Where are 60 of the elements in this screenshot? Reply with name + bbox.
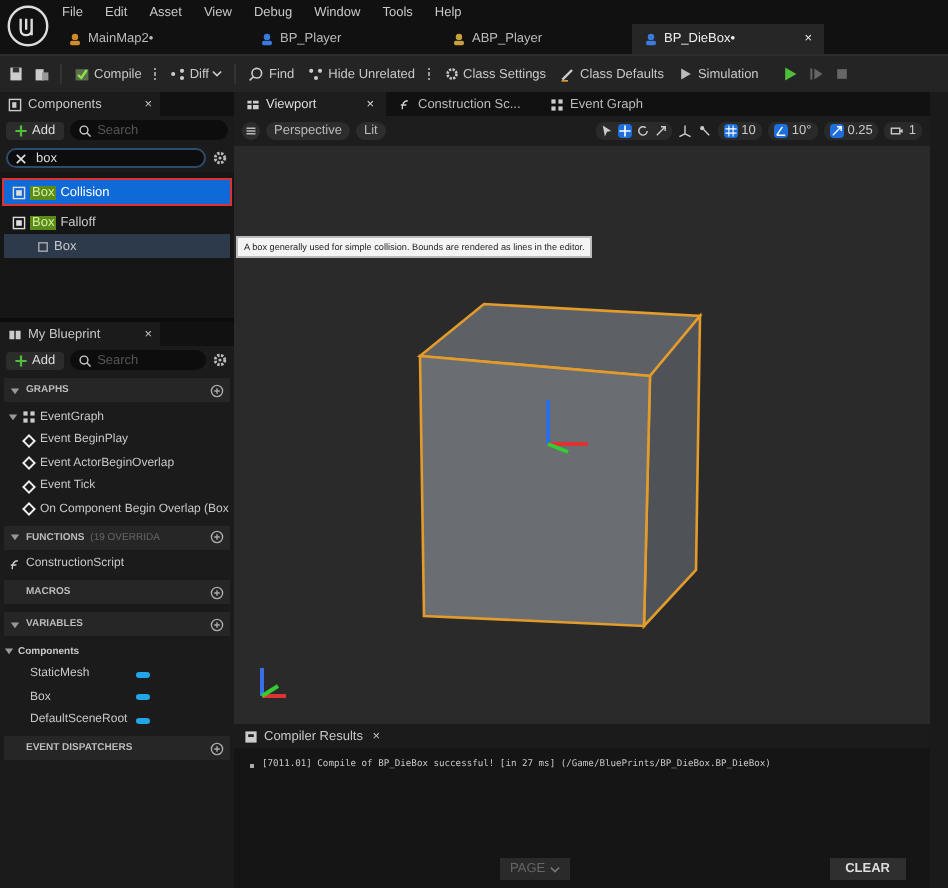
checkmark-icon (74, 66, 90, 82)
add-circle-icon[interactable] (210, 741, 224, 755)
move-icon[interactable] (617, 124, 632, 138)
scale-icon[interactable] (653, 124, 668, 138)
viewport-icon (246, 97, 260, 111)
nodes-icon (169, 66, 186, 82)
graph-icon (22, 410, 36, 425)
search-icon (77, 353, 92, 367)
settings-icon[interactable] (212, 352, 228, 368)
expand-arrow-icon[interactable] (8, 412, 18, 423)
step-icon[interactable] (808, 66, 825, 82)
plus-icon (14, 123, 28, 137)
box-icon (36, 239, 50, 253)
scale-icon (829, 124, 844, 138)
search-icon (248, 66, 265, 82)
save-icon[interactable] (8, 66, 24, 82)
play-icon (677, 66, 694, 82)
function-icon (8, 557, 22, 572)
caret-icon (212, 70, 223, 78)
nodes-icon (308, 66, 325, 82)
person-icon (260, 32, 274, 46)
person-icon (644, 32, 658, 46)
gear-icon (443, 66, 459, 82)
menu-icon[interactable] (242, 122, 260, 140)
variable-type-icon (136, 671, 150, 678)
component-icon (8, 97, 22, 111)
play-icon[interactable] (782, 66, 799, 82)
book-icon (8, 327, 22, 341)
add-circle-icon[interactable] (210, 617, 224, 631)
expand-arrow-icon[interactable] (4, 646, 14, 657)
variable-type-icon (136, 717, 150, 724)
pencil-icon (560, 66, 577, 82)
function-icon (398, 97, 412, 111)
clear-icon[interactable] (14, 151, 28, 165)
select-icon[interactable] (599, 124, 614, 138)
engine-logo-icon[interactable] (6, 4, 50, 48)
expand-arrow-icon[interactable] (10, 385, 20, 395)
component-icon (12, 215, 26, 229)
expand-arrow-icon[interactable] (10, 619, 20, 629)
browse-icon[interactable] (34, 66, 50, 82)
rotate-icon[interactable] (635, 124, 650, 138)
angle-icon (773, 124, 788, 138)
variable-type-icon (136, 694, 150, 701)
camera-icon (890, 124, 905, 138)
component-icon (12, 185, 26, 199)
caret-icon (549, 865, 560, 873)
expand-arrow-icon[interactable] (10, 532, 20, 542)
add-circle-icon[interactable] (210, 585, 224, 599)
add-circle-icon[interactable] (210, 383, 224, 397)
graph-icon (550, 97, 564, 111)
settings-icon[interactable] (212, 150, 228, 166)
add-circle-icon[interactable] (210, 530, 224, 544)
surface-snap-icon[interactable] (697, 124, 712, 138)
grid-icon (723, 124, 738, 138)
stop-icon[interactable] (834, 66, 851, 82)
plus-icon (14, 353, 28, 367)
axis-indicator-icon (260, 668, 286, 698)
world-axis-icon[interactable] (677, 124, 692, 138)
search-icon (77, 123, 92, 137)
document-icon (244, 729, 258, 743)
